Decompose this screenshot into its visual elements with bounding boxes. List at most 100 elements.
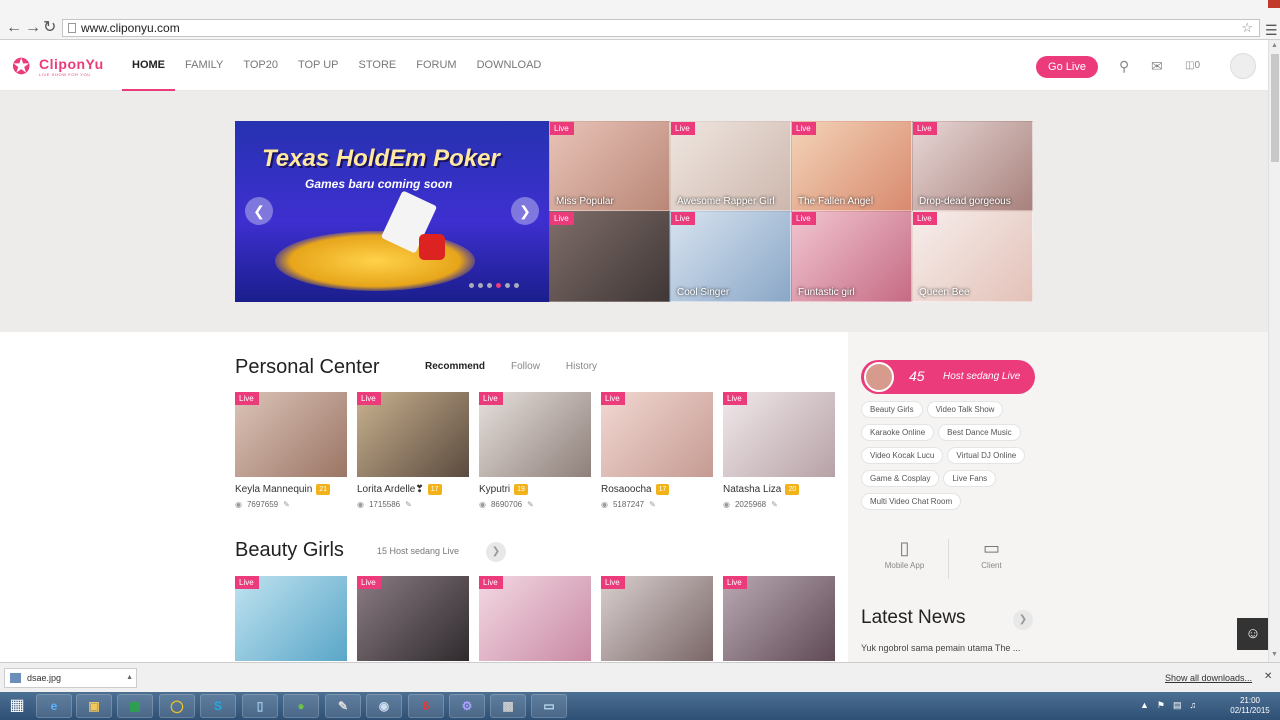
nav-store[interactable]: STORE: [349, 40, 407, 91]
banner-dot[interactable]: [496, 283, 501, 288]
banner-prev-icon[interactable]: ❮: [245, 197, 273, 225]
host-thumbnail[interactable]: Live: [601, 392, 713, 477]
beauty-girl-card[interactable]: Live: [235, 576, 347, 661]
browser-menu-icon[interactable]: ☰: [1265, 22, 1278, 39]
start-windows-icon[interactable]: ▦: [3, 695, 31, 717]
category-tag[interactable]: Beauty Girls: [861, 401, 923, 418]
nav-forum[interactable]: FORUM: [406, 40, 466, 91]
category-tag[interactable]: Video Kocak Lucu: [861, 447, 944, 464]
internet-explorer-icon[interactable]: e: [36, 694, 72, 718]
address-bar[interactable]: www.cliponyu.com ☆: [62, 19, 1260, 37]
host-card[interactable]: Live Lorita Ardelle❣ 17 ◉ 1715586 ✎: [357, 392, 469, 509]
download-menu-icon[interactable]: ▲: [126, 669, 133, 687]
tab-follow[interactable]: Follow: [511, 361, 540, 372]
tab-history[interactable]: History: [566, 361, 597, 372]
banner-dot[interactable]: [478, 283, 483, 288]
mail-icon[interactable]: ✉: [1151, 58, 1163, 74]
featured-host-tile[interactable]: Live Funtastic girl: [791, 211, 912, 302]
notes-app-icon[interactable]: ▯: [242, 694, 278, 718]
beauty-girl-card[interactable]: Live: [601, 576, 713, 661]
tray-network-icon[interactable]: ▤: [1173, 700, 1182, 711]
host-card[interactable]: Live Kyputri 19 ◉ 8690706 ✎: [479, 392, 591, 509]
page-scrollbar[interactable]: ▲ ▼: [1268, 40, 1280, 662]
featured-host-tile[interactable]: Live Queen Bee: [912, 211, 1033, 302]
bookmark-star-icon[interactable]: ☆: [1241, 20, 1253, 36]
host-name[interactable]: Natasha Liza: [723, 484, 781, 495]
category-tag[interactable]: Best Dance Music: [938, 424, 1021, 441]
banner-dot[interactable]: [505, 283, 510, 288]
scroll-up-icon[interactable]: ▲: [1271, 42, 1278, 49]
featured-host-tile[interactable]: Live Awesome Rapper Girl: [670, 121, 791, 211]
settings-gear-icon[interactable]: ⚙: [449, 694, 485, 718]
nav-top20[interactable]: TOP20: [233, 40, 288, 91]
reload-icon[interactable]: ↻: [43, 20, 56, 36]
category-tag[interactable]: Virtual DJ Online: [947, 447, 1026, 464]
featured-host-tile[interactable]: Live Cool Singer: [670, 211, 791, 302]
tray-volume-icon[interactable]: ♫: [1190, 700, 1197, 711]
search-icon[interactable]: ⚲: [1119, 58, 1129, 74]
live-host-counter[interactable]: 45 Host sedang Live: [861, 360, 1035, 394]
file-explorer-icon[interactable]: ▣: [76, 694, 112, 718]
forward-icon[interactable]: →: [25, 20, 41, 36]
host-name[interactable]: Rosaoocha: [601, 484, 652, 495]
nav-top-up[interactable]: TOP UP: [288, 40, 349, 91]
news-item[interactable]: Yuk ngobrol sama pemain utama The ...: [861, 643, 1020, 653]
six-app-icon[interactable]: 6: [408, 694, 444, 718]
host-thumbnail[interactable]: Live: [479, 392, 591, 477]
site-logo[interactable]: ✪ CliponYu LIVE SHOW FOR YOU: [12, 54, 107, 80]
scroll-down-icon[interactable]: ▼: [1271, 651, 1278, 658]
host-thumbnail[interactable]: Live: [357, 392, 469, 477]
nav-family[interactable]: FAMILY: [175, 40, 233, 91]
nav-download[interactable]: DOWNLOAD: [467, 40, 552, 91]
host-thumbnail[interactable]: Live: [479, 576, 591, 661]
paint-app-icon[interactable]: ✎: [325, 694, 361, 718]
beauty-girls-next-icon[interactable]: ❯: [486, 542, 506, 562]
featured-host-tile[interactable]: Live: [549, 211, 670, 302]
user-avatar-button[interactable]: [1230, 53, 1256, 79]
news-next-icon[interactable]: ❯: [1013, 610, 1033, 630]
category-tag[interactable]: Live Fans: [943, 470, 997, 487]
mobile-app-button[interactable]: ▯ Mobile App: [862, 535, 947, 570]
chrome-icon[interactable]: ◯: [159, 694, 195, 718]
category-tag[interactable]: Video Talk Show: [926, 401, 1004, 418]
tab-recommend[interactable]: Recommend: [425, 361, 485, 372]
banner-dot[interactable]: [469, 283, 474, 288]
tray-arrow-icon[interactable]: ▲: [1140, 700, 1149, 711]
show-all-downloads-link[interactable]: Show all downloads...: [1165, 673, 1252, 683]
screen-app-icon[interactable]: ▭: [531, 694, 567, 718]
host-thumbnail[interactable]: Live: [357, 576, 469, 661]
host-thumbnail[interactable]: Live: [723, 576, 835, 661]
taskbar-clock[interactable]: 21:00 02/11/2015: [1226, 696, 1274, 716]
featured-host-tile[interactable]: Live The Fallen Angel: [791, 121, 912, 211]
terminal-icon[interactable]: ▩: [490, 694, 526, 718]
close-downloads-icon[interactable]: ✕: [1264, 671, 1272, 682]
featured-host-tile[interactable]: Live Miss Popular: [549, 121, 670, 211]
host-thumbnail[interactable]: Live: [601, 576, 713, 661]
gift-icon[interactable]: ◫0: [1185, 58, 1200, 74]
host-name[interactable]: Lorita Ardelle❣: [357, 484, 424, 495]
tray-flag-icon[interactable]: ⚑: [1157, 700, 1165, 711]
beauty-girl-card[interactable]: Live: [357, 576, 469, 661]
network-app-icon[interactable]: ◉: [366, 694, 402, 718]
scroll-thumb[interactable]: [1271, 54, 1279, 162]
host-thumbnail[interactable]: Live: [235, 576, 347, 661]
download-item[interactable]: dsae.jpg ▲: [4, 668, 137, 688]
beauty-girl-card[interactable]: Live: [723, 576, 835, 661]
host-name[interactable]: Keyla Mannequin: [235, 484, 312, 495]
host-card[interactable]: Live Rosaoocha 17 ◉ 5187247 ✎: [601, 392, 713, 509]
category-tag[interactable]: Game & Cosplay: [861, 470, 940, 487]
nav-home[interactable]: HOME: [122, 40, 175, 91]
host-thumbnail[interactable]: Live: [723, 392, 835, 477]
back-icon[interactable]: ←: [6, 20, 22, 36]
host-thumbnail[interactable]: Live: [235, 392, 347, 477]
banner-dot[interactable]: [487, 283, 492, 288]
banner-next-icon[interactable]: ❯: [511, 197, 539, 225]
category-tag[interactable]: Karaoke Online: [861, 424, 935, 441]
category-tag[interactable]: Multi Video Chat Room: [861, 493, 962, 510]
host-name[interactable]: Kyputri: [479, 484, 510, 495]
spreadsheet-app-icon[interactable]: ▦: [117, 694, 153, 718]
host-card[interactable]: Live Keyla Mannequin 21 ◉ 7697659 ✎: [235, 392, 347, 509]
skype-icon[interactable]: S: [200, 694, 236, 718]
go-live-button[interactable]: Go Live: [1036, 56, 1098, 78]
promo-banner[interactable]: Texas HoldEm Poker Games baru coming soo…: [235, 121, 549, 302]
